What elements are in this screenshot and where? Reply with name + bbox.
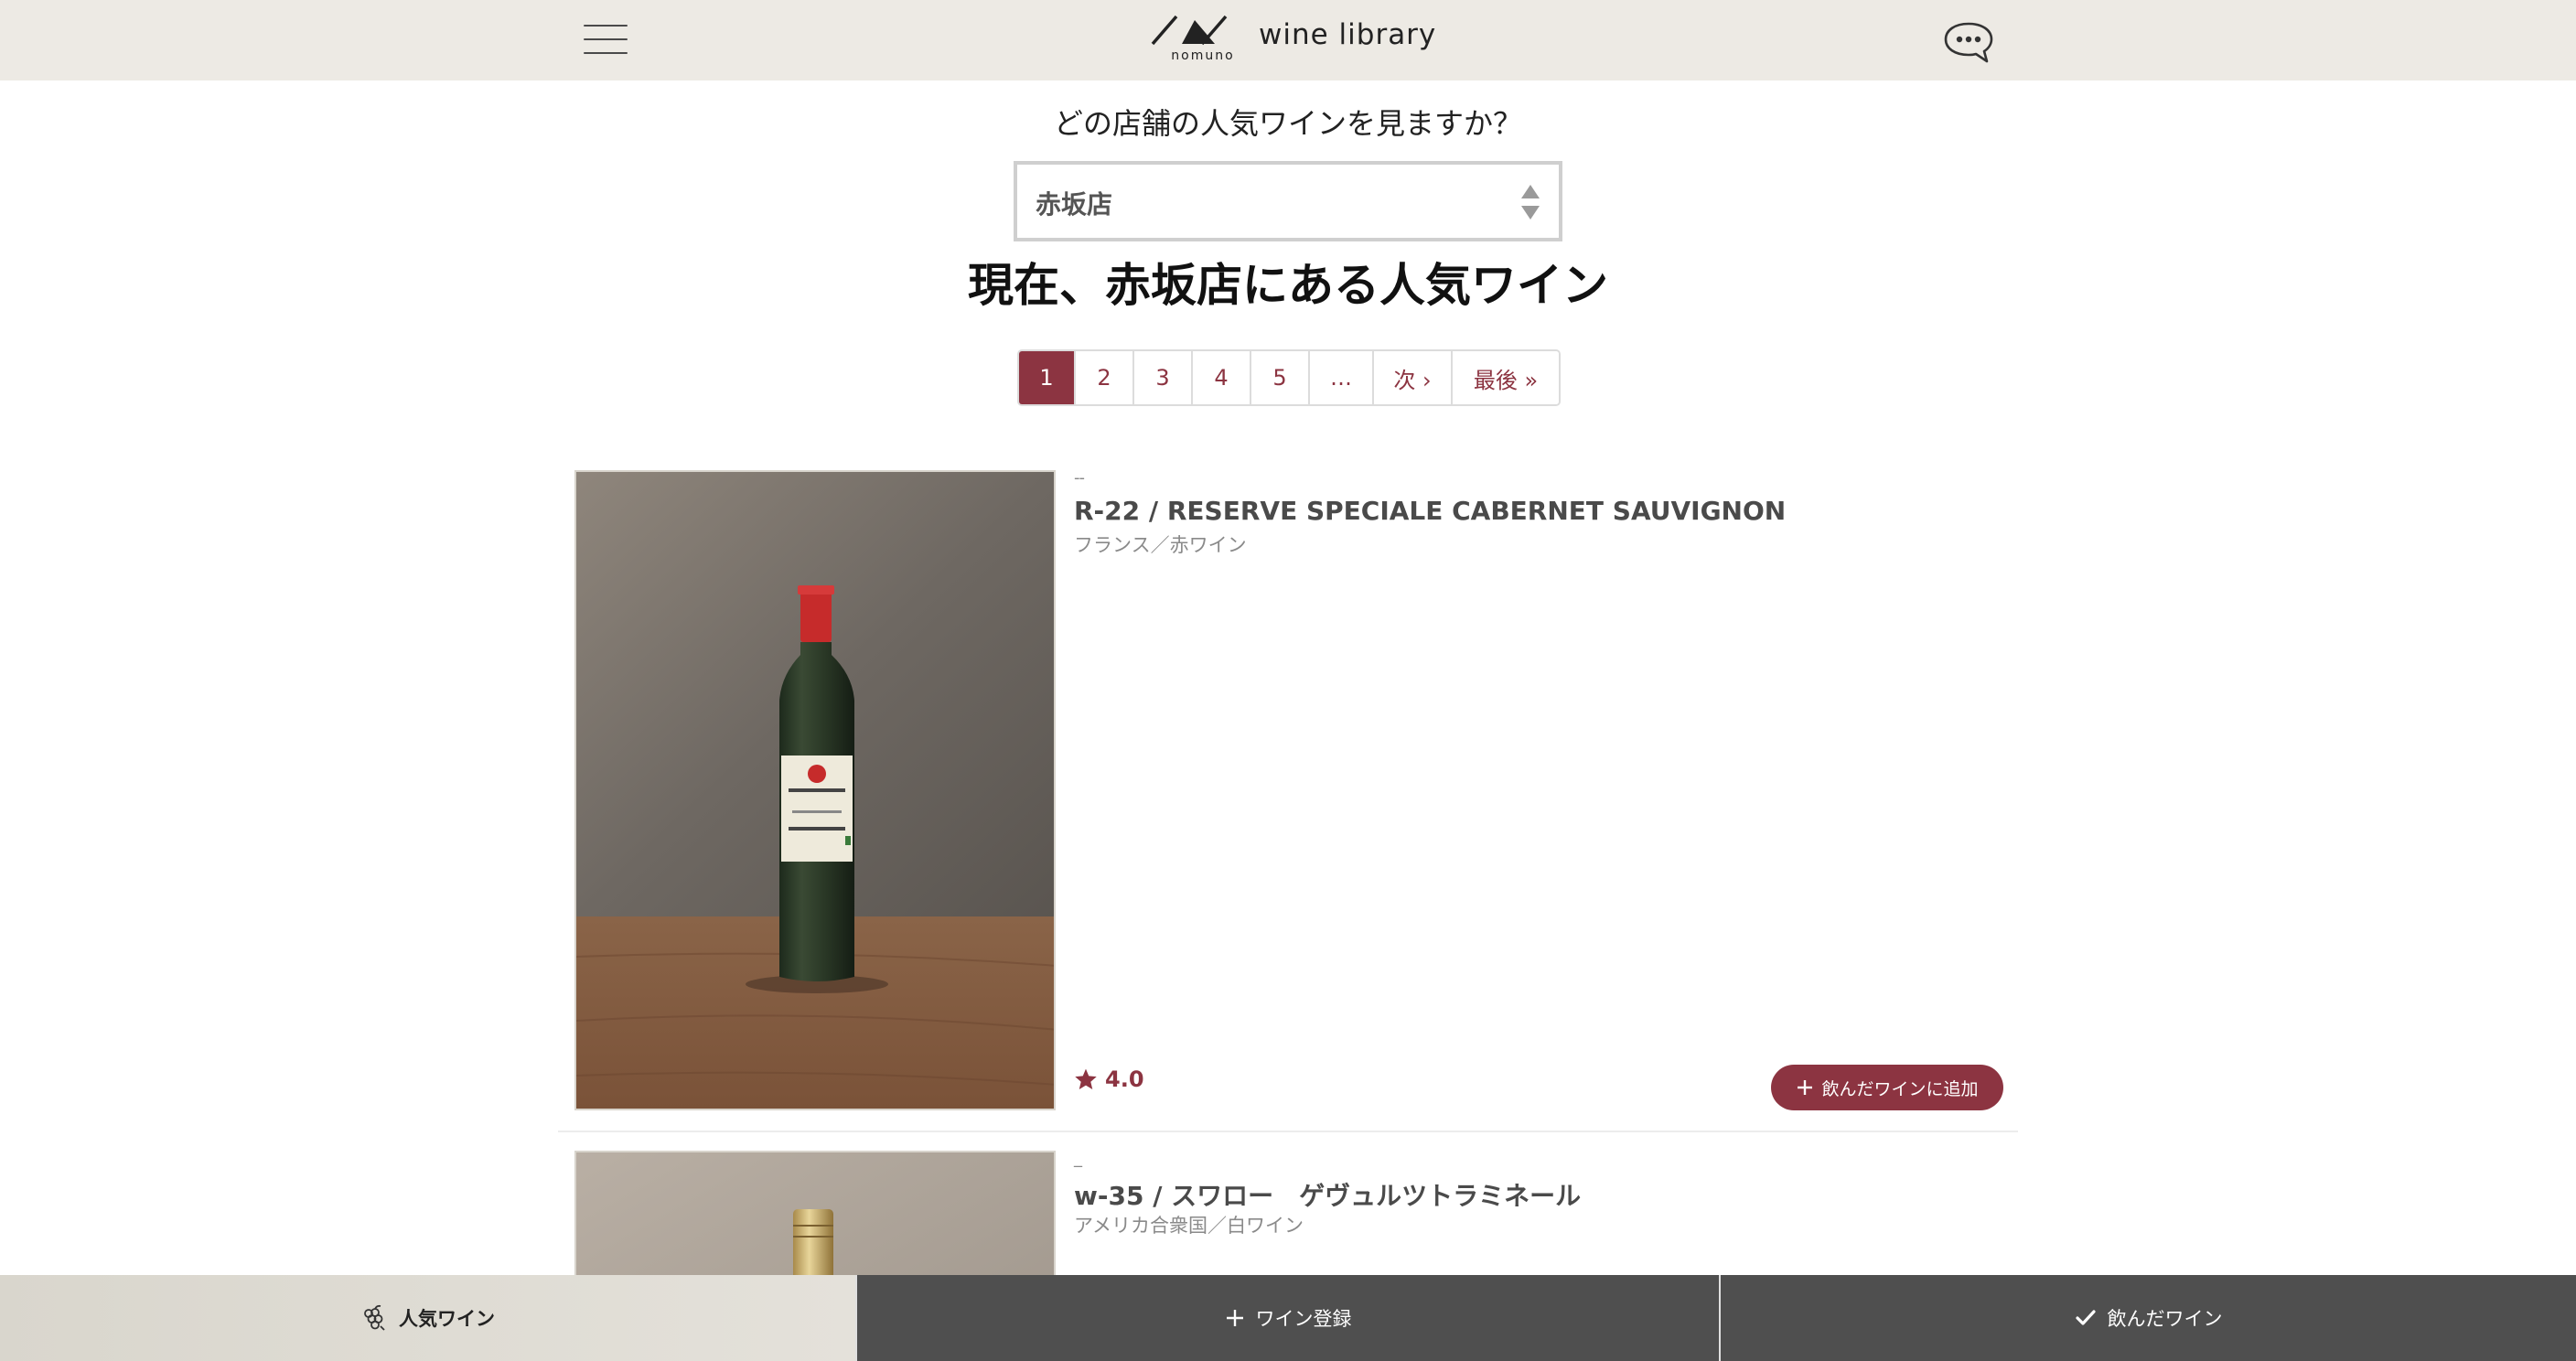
wine-origin-type: アメリカ合衆国／白ワイン [1074, 1215, 1304, 1237]
page-1-button[interactable]: 1 [1019, 351, 1076, 404]
pagination: 1 2 3 4 5 … 次 › 最後 » [1017, 349, 1561, 406]
star-icon [1075, 1068, 1097, 1089]
store-question: どの店舗の人気ワインを見ますか？ [1053, 106, 1522, 141]
plus-icon [1798, 1080, 1813, 1095]
page-5-button[interactable]: 5 [1251, 351, 1310, 404]
add-to-drunk-button[interactable]: 飲んだワインに追加 [1771, 1065, 2003, 1110]
wine-producer-placeholder: -- [1074, 468, 1085, 488]
wine-rating: 4.0 [1074, 1066, 1144, 1092]
page: nomuno wine library どの店舗の人気ワインを見ますか？ 赤坂店… [0, 0, 2576, 1361]
add-to-drunk-label: 飲んだワインに追加 [1821, 1078, 1979, 1099]
store-select-value: 赤坂店 [1036, 189, 1113, 220]
grapes-icon [364, 1304, 385, 1331]
chat-bubble-icon[interactable] [1943, 20, 1994, 64]
next-page-button[interactable]: 次 › [1374, 351, 1453, 404]
checkmark-icon [2075, 1310, 2096, 1325]
rating-value: 4.0 [1105, 1066, 1144, 1092]
hamburger-menu-icon[interactable] [584, 25, 628, 56]
logo-text: wine library [1259, 18, 1437, 51]
wine-producer-placeholder: _ [1074, 1149, 1082, 1168]
wine-origin-type: フランス／赤ワイン [1074, 534, 1247, 556]
page-3-button[interactable]: 3 [1134, 351, 1193, 404]
menu-line [584, 52, 628, 54]
logo-subtitle: nomuno [1171, 48, 1235, 63]
page-ellipsis: … [1310, 351, 1374, 404]
page-4-button[interactable]: 4 [1193, 351, 1251, 404]
wine-name[interactable]: R-22 / RESERVE SPECIALE CABERNET SAUVIGN… [1074, 496, 1786, 526]
bottom-nav: 人気ワイン ワイン登録 飲んだワイン [0, 1275, 2576, 1361]
wine-card[interactable]: -- R-22 / RESERVE SPECIALE CABERNET SAUV… [558, 468, 2018, 1132]
plus-icon [1226, 1310, 1243, 1326]
app-logo[interactable]: nomuno wine library [1151, 15, 1435, 70]
page-2-button[interactable]: 2 [1076, 351, 1134, 404]
menu-line [584, 38, 628, 40]
nav-label-drunk: 飲んだワイン [2107, 1308, 2223, 1330]
app-header: nomuno wine library [0, 0, 2576, 80]
store-select[interactable]: 赤坂店 [1014, 161, 1562, 241]
page-title: 現在、赤坂店にある人気ワイン [968, 259, 1608, 312]
menu-line [584, 25, 628, 27]
nav-tab-popular[interactable]: 人気ワイン [0, 1275, 855, 1361]
nav-tab-register[interactable]: ワイン登録 [855, 1275, 1719, 1361]
last-page-button[interactable]: 最後 » [1453, 351, 1559, 404]
nav-label-popular: 人気ワイン [399, 1308, 495, 1330]
wine-photo[interactable] [574, 470, 1056, 1110]
select-arrows-icon [1521, 185, 1540, 220]
wine-name[interactable]: w-35 / スワロー ゲヴュルツトラミネール [1074, 1176, 1581, 1213]
nav-label-register: ワイン登録 [1255, 1308, 1352, 1330]
nav-tab-drunk[interactable]: 飲んだワイン [1719, 1275, 2576, 1361]
